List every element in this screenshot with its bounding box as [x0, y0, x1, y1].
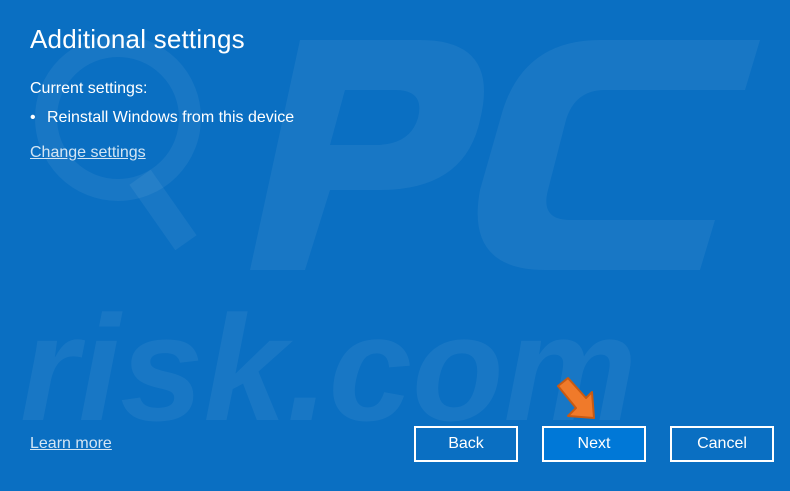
- back-button[interactable]: Back: [414, 426, 518, 462]
- setting-text: Reinstall Windows from this device: [47, 109, 295, 126]
- settings-list: • Reinstall Windows from this device: [30, 109, 294, 127]
- page-title: Additional settings: [30, 24, 245, 54]
- learn-more-link[interactable]: Learn more: [30, 435, 112, 453]
- watermark-logo: risk.com: [20, 35, 760, 452]
- list-item: • Reinstall Windows from this device: [30, 109, 294, 127]
- change-settings-link[interactable]: Change settings: [30, 144, 146, 162]
- next-button[interactable]: Next: [542, 426, 646, 462]
- bullet-icon: •: [30, 109, 36, 126]
- orange-arrow-pointer-icon: [557, 377, 595, 419]
- cancel-button[interactable]: Cancel: [670, 426, 774, 462]
- current-settings-label: Current settings:: [30, 80, 148, 97]
